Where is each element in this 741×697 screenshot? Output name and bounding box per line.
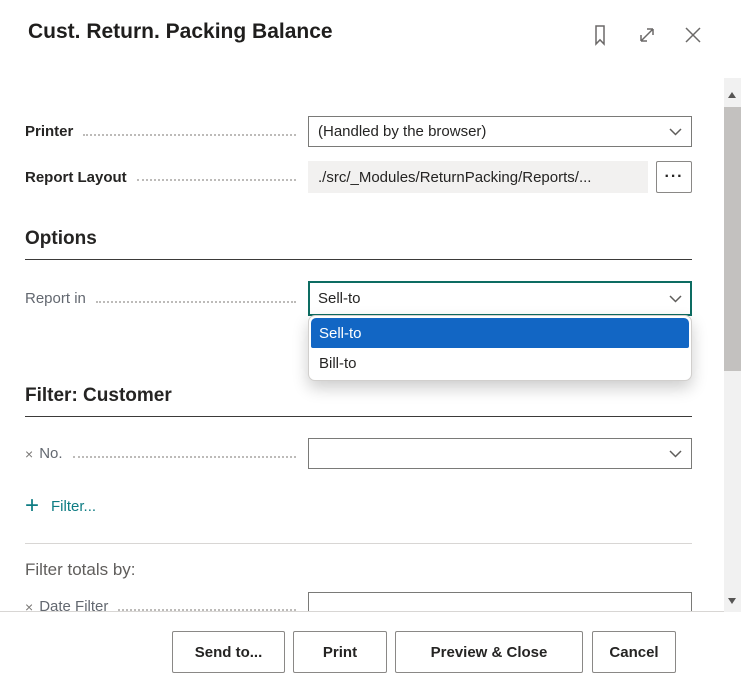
- report-in-dropdown: Sell-to Bill-to: [308, 315, 692, 381]
- add-filter-link[interactable]: + Filter...: [25, 492, 97, 519]
- printer-label: Printer: [25, 123, 74, 140]
- dotted-leader: [83, 133, 296, 136]
- filter-totals-label: Filter totals by:: [25, 560, 136, 579]
- scrollbar-thumb[interactable]: [724, 107, 741, 371]
- scroll-up-arrow-icon[interactable]: [728, 92, 736, 98]
- chevron-down-icon: [669, 127, 682, 136]
- scrollbar[interactable]: [724, 78, 741, 612]
- section-divider: [25, 543, 692, 544]
- report-layout-label: Report Layout: [25, 168, 127, 186]
- dotted-leader: [72, 455, 296, 458]
- add-filter-label: Filter...: [51, 497, 97, 515]
- print-button[interactable]: Print: [293, 631, 387, 673]
- request-page-content: Printer (Handled by the browser) Report …: [0, 78, 724, 612]
- no-filter-select[interactable]: [308, 438, 692, 469]
- filter-customer-section-header: Filter: Customer: [25, 385, 692, 417]
- plus-icon: +: [25, 492, 40, 519]
- expand-icon[interactable]: [634, 23, 660, 49]
- assist-edit-button[interactable]: ···: [656, 161, 692, 193]
- options-section-header: Options: [25, 228, 692, 260]
- dropdown-option-bill-to[interactable]: Bill-to: [311, 348, 689, 378]
- date-filter-row: × Date Filter: [25, 591, 692, 612]
- cancel-button[interactable]: Cancel: [592, 631, 676, 673]
- customer-no-filter-row: × No.: [25, 438, 692, 469]
- dotted-leader: [136, 179, 296, 181]
- no-filter-label: No.: [39, 445, 63, 462]
- scroll-down-arrow-icon[interactable]: [728, 598, 736, 604]
- report-in-value: Sell-to: [318, 290, 361, 307]
- preview-and-close-button[interactable]: Preview & Close: [395, 631, 583, 673]
- chevron-down-icon: [669, 449, 682, 458]
- content-bottom-edge: [0, 611, 724, 612]
- printer-select[interactable]: (Handled by the browser): [308, 116, 692, 147]
- request-page-dialog: Cust. Return. Packing Balance Printer (H…: [0, 0, 741, 697]
- dropdown-option-sell-to[interactable]: Sell-to: [311, 318, 689, 348]
- date-filter-label: Date Filter: [39, 598, 109, 612]
- report-layout-value: ./src/_Modules/ReturnPacking/Reports/...: [308, 161, 648, 193]
- bookmark-icon[interactable]: [587, 23, 613, 49]
- dotted-leader: [95, 300, 296, 303]
- close-icon[interactable]: [680, 23, 706, 49]
- report-in-label: Report in: [25, 290, 86, 307]
- report-in-select[interactable]: Sell-to: [308, 281, 692, 316]
- report-in-row: Report in Sell-to Sell-to Bill-to: [25, 281, 692, 381]
- page-title: Cust. Return. Packing Balance: [28, 20, 333, 43]
- printer-value: (Handled by the browser): [318, 123, 487, 140]
- chevron-down-icon: [669, 294, 682, 303]
- remove-filter-icon[interactable]: ×: [25, 447, 33, 461]
- printer-row: Printer (Handled by the browser): [25, 116, 692, 147]
- report-layout-row: Report Layout ./src/_Modules/ReturnPacki…: [25, 161, 692, 193]
- send-to-button[interactable]: Send to...: [172, 631, 285, 673]
- date-filter-input[interactable]: [308, 591, 692, 612]
